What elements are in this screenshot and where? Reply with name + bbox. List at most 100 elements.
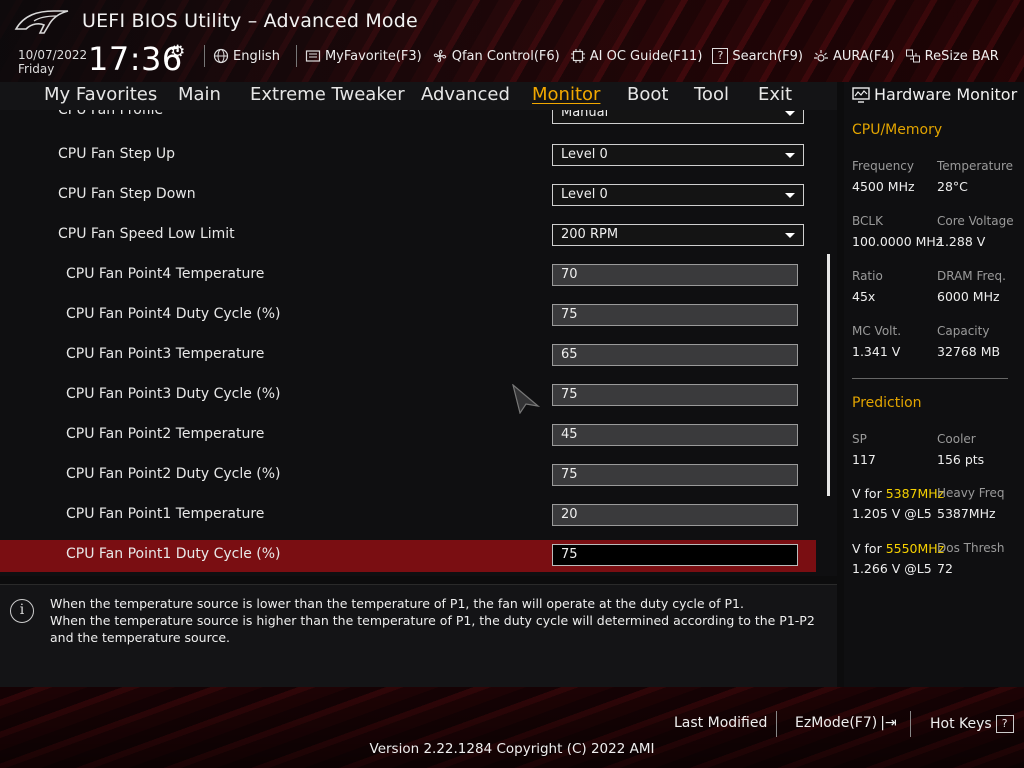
setting-row-cpu-fan-step-up[interactable]: CPU Fan Step Up Level 0 (0, 144, 816, 176)
hardware-monitor-panel: Hardware Monitor CPU/Memory Frequency 45… (844, 82, 1024, 687)
qfan-control-button[interactable]: Qfan Control(F6) (432, 48, 560, 64)
v-for-text: V for (852, 541, 886, 556)
help-line-1: When the temperature source is lower tha… (50, 596, 744, 611)
setting-label: CPU Fan Step Up (58, 146, 176, 162)
toolbar: English MyFavorite(F3) Qfan Control(F6) … (198, 45, 1009, 67)
setting-label: CPU Fan Point1 Duty Cycle (%) (66, 546, 281, 562)
tab-my-favorites[interactable]: My Favorites (44, 84, 157, 105)
frequency-label: Frequency (852, 159, 914, 173)
temperature-label: Temperature (937, 159, 1014, 173)
date-text: 10/07/2022 (18, 48, 88, 62)
tab-monitor[interactable]: Monitor (532, 84, 600, 105)
setting-row-cpu-fan-step-down[interactable]: CPU Fan Step Down Level 0 (0, 184, 816, 216)
v1-frequency: 5387MHz (885, 486, 945, 501)
section-divider (852, 378, 1008, 379)
mc-volt-label: MC Volt. (852, 324, 902, 338)
resize-bar-icon (905, 49, 920, 63)
heavy-freq-label: Heavy Freq (937, 486, 1005, 500)
cooler-label: Cooler (937, 432, 976, 446)
cpu-memory-section: CPU/Memory (852, 122, 943, 138)
heavy-freq-value: 5387MHz (937, 506, 996, 521)
setting-input[interactable]: 45 (552, 424, 798, 446)
dropdown-value: Manual (561, 110, 609, 120)
help-line-2: When the temperature source is higher th… (50, 613, 815, 645)
last-modified-button[interactable]: Last Modified (674, 715, 767, 731)
capacity-label: Capacity (937, 324, 990, 338)
favorite-list-icon (305, 50, 321, 62)
setting-label: CPU Fan Profile (58, 110, 164, 118)
tab-tool[interactable]: Tool (694, 84, 729, 105)
search-button[interactable]: ? Search(F9) (712, 48, 803, 64)
bclk-value: 100.0000 MHz (852, 234, 943, 249)
setting-row-point2-duty-cycle[interactable]: CPU Fan Point2 Duty Cycle (%) 75 (0, 464, 816, 496)
chevron-down-icon (785, 233, 795, 238)
settings-scrollbar[interactable] (827, 254, 830, 496)
tab-extreme-tweaker[interactable]: Extreme Tweaker (250, 84, 405, 105)
footer-bar: Last Modified EzMode(F7) |⇥ Hot Keys ? V… (0, 687, 1024, 768)
rog-logo-icon (14, 10, 69, 34)
setting-row-point3-temperature[interactable]: CPU Fan Point3 Temperature 65 (0, 344, 816, 376)
setting-row-point2-temperature[interactable]: CPU Fan Point2 Temperature 45 (0, 424, 816, 456)
setting-dropdown[interactable]: Level 0 (552, 144, 804, 166)
tab-exit[interactable]: Exit (758, 84, 792, 105)
date-display: 10/07/2022 Friday (18, 48, 87, 76)
setting-dropdown[interactable]: 200 RPM (552, 224, 804, 246)
mc-volt-value: 1.341 V (852, 344, 901, 359)
tab-boot[interactable]: Boot (627, 84, 668, 105)
setting-row-point1-duty-cycle[interactable]: CPU Fan Point1 Duty Cycle (%) 75 (0, 540, 816, 572)
setting-dropdown[interactable]: Manual (552, 110, 804, 124)
v1-value: 1.205 V @L5 (852, 506, 932, 521)
tab-advanced[interactable]: Advanced (421, 84, 510, 105)
chevron-down-icon (785, 153, 795, 158)
resize-bar-label: ReSize BAR (924, 48, 999, 64)
setting-label: CPU Fan Point2 Temperature (66, 426, 265, 442)
settings-panel: CPU Fan Profile Manual CPU Fan Step Up L… (0, 110, 837, 576)
main-menu-tabs: My Favorites Main Extreme Tweaker Advanc… (0, 82, 837, 111)
myfavorite-button[interactable]: MyFavorite(F3) (305, 48, 422, 64)
hot-keys-button[interactable]: Hot Keys ? (930, 715, 1014, 733)
ratio-label: Ratio (852, 269, 883, 283)
app-title: UEFI BIOS Utility – Advanced Mode (82, 10, 418, 32)
setting-input[interactable]: 75 (552, 384, 798, 406)
v2-value: 1.266 V @L5 (852, 561, 932, 576)
setting-label: CPU Fan Point2 Duty Cycle (%) (66, 466, 281, 482)
mouse-cursor-icon (512, 384, 540, 414)
v-for-label-1: V for 5387MHz (852, 486, 944, 501)
sp-value: 117 (852, 452, 876, 467)
header-bar: UEFI BIOS Utility – Advanced Mode 10/07/… (0, 0, 1024, 82)
chevron-down-icon (785, 193, 795, 198)
v-for-label-2: V for 5550MHz (852, 541, 944, 556)
hardware-monitor-title: Hardware Monitor (852, 85, 1017, 104)
globe-icon (213, 48, 229, 64)
cooler-value: 156 pts (937, 452, 985, 467)
setting-input[interactable]: 20 (552, 504, 798, 526)
setting-input[interactable]: 70 (552, 264, 798, 286)
ezmode-button[interactable]: EzMode(F7) |⇥ (795, 715, 897, 731)
setting-row-point4-temperature[interactable]: CPU Fan Point4 Temperature 70 (0, 264, 816, 296)
language-button[interactable]: English (213, 48, 280, 64)
setting-row-point3-duty-cycle[interactable]: CPU Fan Point3 Duty Cycle (%) 75 (0, 384, 816, 416)
setting-row-cpu-fan-speed-low-limit[interactable]: CPU Fan Speed Low Limit 200 RPM (0, 224, 816, 256)
aura-light-icon (813, 50, 828, 62)
setting-dropdown[interactable]: Level 0 (552, 184, 804, 206)
ratio-value: 45x (852, 289, 876, 304)
ezmode-label: EzMode(F7) (795, 715, 878, 731)
gear-icon[interactable]: ⚙ (170, 42, 185, 62)
setting-input[interactable]: 75 (552, 544, 798, 566)
fan-icon (433, 49, 446, 63)
ai-oc-guide-button[interactable]: AI OC Guide(F11) (570, 48, 702, 64)
version-text: Version 2.22.1284 Copyright (C) 2022 AMI (369, 741, 655, 757)
hot-keys-label: Hot Keys (930, 716, 992, 732)
tab-main[interactable]: Main (178, 84, 221, 105)
day-text: Friday (18, 62, 55, 76)
setting-row-point4-duty-cycle[interactable]: CPU Fan Point4 Duty Cycle (%) 75 (0, 304, 816, 336)
setting-row-cpu-fan-profile[interactable]: CPU Fan Profile Manual (0, 110, 816, 136)
setting-row-point1-temperature[interactable]: CPU Fan Point1 Temperature 20 (0, 504, 816, 536)
setting-input[interactable]: 75 (552, 464, 798, 486)
aura-button[interactable]: AURA(F4) (813, 48, 895, 64)
setting-input[interactable]: 75 (552, 304, 798, 326)
dropdown-value: Level 0 (561, 147, 608, 162)
setting-input[interactable]: 65 (552, 344, 798, 366)
exit-arrow-icon: |⇥ (880, 715, 897, 731)
resize-bar-button[interactable]: ReSize BAR (905, 48, 999, 64)
